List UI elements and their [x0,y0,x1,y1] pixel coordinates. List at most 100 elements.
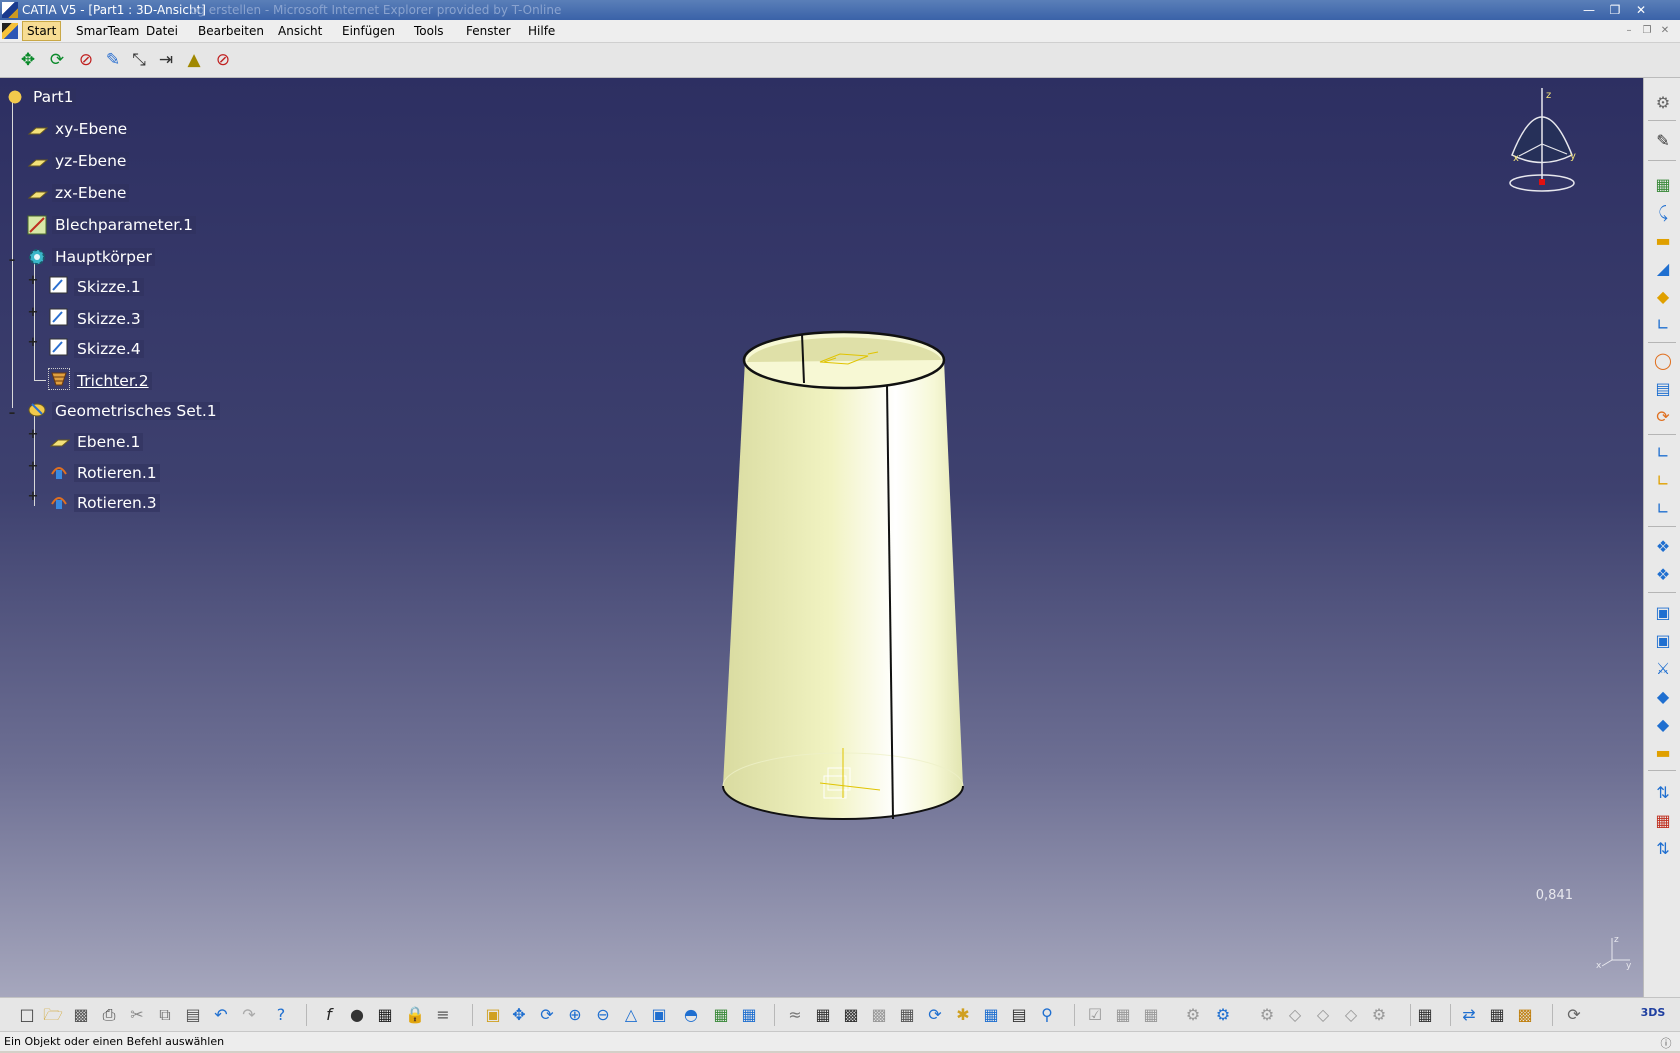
feature-a-icon[interactable]: ⚙ [1256,1004,1278,1026]
snap-line-icon[interactable]: ⇥ [155,49,177,71]
lights-icon[interactable]: ✱ [952,1004,974,1026]
menu-ansicht[interactable]: Ansicht [274,22,326,40]
multi-view-icon[interactable]: ▦ [980,1004,1002,1026]
mass-properties-icon[interactable]: ▩ [1514,1004,1536,1026]
knowledge-icon[interactable]: ▩ [868,1004,890,1026]
tree-node-skizze4[interactable]: Skizze.4 [74,338,144,360]
library-icon[interactable]: ▩ [840,1004,862,1026]
hierarchy-icon[interactable]: ≡ [432,1004,454,1026]
expand-rotieren3-icon[interactable]: + [26,490,40,504]
solid-combine-icon[interactable]: ◆ [1651,714,1675,736]
mirror-tool-icon[interactable]: ▦ [896,1004,918,1026]
no-constraint-icon[interactable]: ⊘ [212,49,234,71]
doc-restore-button[interactable]: ❐ [1640,24,1654,38]
tree-node-xy-ebene[interactable]: xy-Ebene [52,118,131,140]
doc-close-button[interactable]: ✕ [1658,24,1672,38]
lock-icon[interactable]: 🔒 [404,1004,426,1026]
extrusion-icon[interactable]: ◢ [1651,258,1675,280]
doc-minimize-button[interactable]: – [1622,24,1636,38]
stamp-icon[interactable]: ❖ [1651,536,1675,558]
hide-show-icon[interactable]: ▦ [710,1004,732,1026]
new-document-icon[interactable]: □ [16,1004,38,1026]
paste-icon[interactable]: ▤ [182,1004,204,1026]
menu-datei[interactable]: Datei [142,22,182,40]
analysis-icon[interactable]: ⇅ [1651,782,1675,804]
corner-relief-icon[interactable]: ∟ [1651,498,1675,520]
tree-node-ebene1[interactable]: Ebene.1 [74,431,144,453]
catalog-icon[interactable]: ▦ [812,1004,834,1026]
swept-wall-icon[interactable]: ◆ [1651,286,1675,308]
solid-icon[interactable]: ◆ [1651,686,1675,708]
formula-icon[interactable]: f [318,1004,340,1026]
whats-this-help-icon[interactable]: ? [270,1004,292,1026]
sheet-view-icon[interactable]: ▦ [1112,1004,1134,1026]
fit-all-icon[interactable]: ▣ [482,1004,504,1026]
close-button[interactable]: ✕ [1630,2,1652,18]
menu-fenster[interactable]: Fenster [462,22,515,40]
tree-node-skizze1[interactable]: Skizze.1 [74,276,144,298]
hole-icon[interactable]: ∟ [1651,470,1675,492]
pattern-icon[interactable]: ▣ [1651,602,1675,624]
tree-node-blechparameter[interactable]: Blechparameter.1 [52,214,197,236]
iso-view-icon[interactable]: ▣ [648,1004,670,1026]
collapse-hauptkoerper-icon[interactable]: – [5,254,19,268]
3d-viewport[interactable]: Part1 xy-Ebene yz-Ebene zx-Ebene Blechpa… [0,78,1643,997]
open-folder-icon[interactable]: 🗁 [42,1004,64,1026]
power-input-icon[interactable]: ⟳ [1563,1004,1585,1026]
rotate-constraint-icon[interactable]: ⟳ [46,49,68,71]
remove-constraint-icon[interactable]: ⊘ [75,49,97,71]
menu-hilfe[interactable]: Hilfe [524,22,559,40]
diagonal-arrow-icon[interactable]: ⤡ [128,49,150,71]
assembly-icon[interactable]: ⚙ [1212,1004,1234,1026]
tree-node-trichter2[interactable]: Trichter.2 [74,370,152,392]
menu-einfuegen[interactable]: Einfügen [338,22,399,40]
sketcher-icon[interactable]: ✎ [1651,130,1675,152]
workbench-icon[interactable]: ⚙ [1651,92,1675,114]
render-style-icon[interactable]: ◓ [680,1004,702,1026]
copy-icon[interactable]: ⧉ [154,1004,176,1026]
update-icon[interactable]: ≈ [784,1004,806,1026]
hopper-3d-model[interactable] [700,238,980,838]
save-icon[interactable]: ▩ [70,1004,92,1026]
tree-node-rotieren3[interactable]: Rotieren.3 [74,492,160,514]
swap-visible-space-icon[interactable]: ▦ [738,1004,760,1026]
part-icon[interactable] [4,86,26,108]
catia-app-icon[interactable] [2,2,18,18]
tree-node-part1[interactable]: Part1 [30,86,77,108]
pencil-tool-icon[interactable]: ✎ [102,49,124,71]
feature-d-icon[interactable]: ◇ [1340,1004,1362,1026]
surface-icon[interactable]: ▬ [1651,742,1675,764]
unfold-icon[interactable]: ▤ [1651,378,1675,400]
expand-rotieren1-icon[interactable]: + [26,460,40,474]
expand-skizze3-icon[interactable]: + [26,306,40,320]
catia-menu-logo-icon[interactable] [2,23,18,39]
transform-icon[interactable]: ⚔ [1651,658,1675,680]
mirror-icon[interactable]: ▣ [1651,630,1675,652]
collapse-geometric-set-icon[interactable]: – [5,407,19,421]
expand-ebene1-icon[interactable]: + [26,428,40,442]
maximize-button[interactable]: ❐ [1604,2,1626,18]
minimize-button[interactable]: — [1578,2,1600,18]
scan-icon[interactable]: ▦ [1414,1004,1436,1026]
tree-node-geometrisches-set[interactable]: Geometrisches Set.1 [52,400,220,422]
compass-widget[interactable]: z x y [1505,84,1585,194]
walls-tool-icon[interactable]: ⤹ [1651,202,1675,224]
menu-smarteam[interactable]: SmarTeam [72,22,143,40]
zoom-in-icon[interactable]: ⊕ [564,1004,586,1026]
print-icon[interactable]: ⎙ [98,1004,120,1026]
feature-c-icon[interactable]: ◇ [1312,1004,1334,1026]
feature-e-icon[interactable]: ⚙ [1368,1004,1390,1026]
gear-settings-icon[interactable]: ⚙ [1182,1004,1204,1026]
tree-node-yz-ebene[interactable]: yz-Ebene [52,150,130,172]
measure-between-icon[interactable]: ⇄ [1458,1004,1480,1026]
tree-node-hauptkoerper[interactable]: Hauptkörper [52,246,155,268]
tree-node-skizze3[interactable]: Skizze.3 [74,308,144,330]
menu-start[interactable]: Start [22,21,62,41]
redo-icon[interactable]: ↷ [238,1004,260,1026]
cut-icon[interactable]: ✂ [126,1004,148,1026]
measure-tool-icon[interactable]: ⇅ [1651,838,1675,860]
cutout-icon[interactable]: ∟ [1651,442,1675,464]
flange-icon[interactable]: ∟ [1651,314,1675,336]
check-icon[interactable]: ☑ [1084,1004,1106,1026]
measure-icon[interactable]: ▲ [183,49,205,71]
